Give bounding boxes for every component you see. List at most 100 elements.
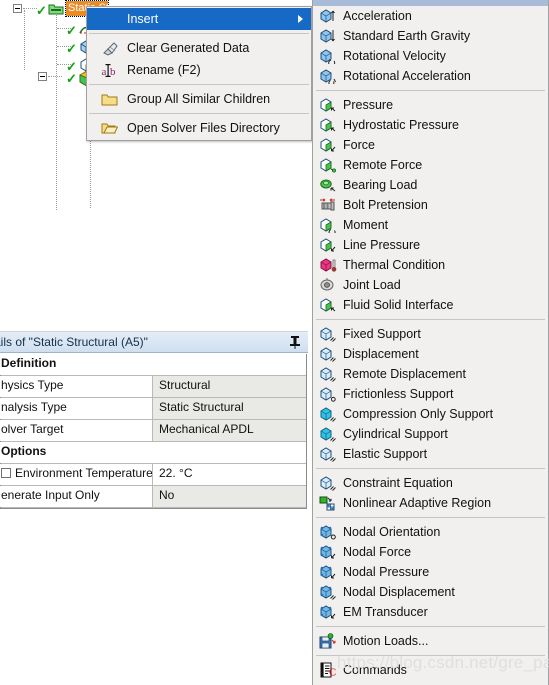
submenu-item-fixed-support[interactable]: Fixed Support (313, 324, 548, 344)
submenu-item-label: Rotational Acceleration (343, 69, 471, 83)
submenu-item-label: Pressure (343, 98, 394, 112)
submenu-item-displacement[interactable]: Displacement (313, 344, 548, 364)
menu-item-open-solver-files-directory[interactable]: Open Solver Files Directory (87, 117, 311, 139)
table-row[interactable]: Environment Temperature 22. °C (0, 464, 306, 486)
menu-item-label: Rename (F2) (127, 63, 201, 77)
force-icon (319, 137, 337, 153)
property-name: olver Target (0, 420, 153, 441)
hydrostatic-pressure-icon (319, 117, 337, 133)
details-section-definition: Definition (0, 354, 306, 376)
context-menu[interactable]: Insert Clear Generated Data a b Rename (… (86, 6, 312, 141)
submenu-separator (316, 655, 545, 656)
submenu-item-joint-load[interactable]: Joint Load (313, 275, 548, 295)
menu-item-label: Clear Generated Data (127, 41, 250, 55)
svg-text:b: b (110, 66, 116, 78)
submenu-item-remote-force[interactable]: Remote Force (313, 155, 548, 175)
menu-item-insert[interactable]: Insert (87, 8, 311, 30)
chevron-right-icon (298, 15, 303, 23)
menu-item-label: Group All Similar Children (127, 92, 271, 106)
submenu-item-commands[interactable]: C Commands (313, 660, 548, 680)
bolt-pretension-icon (319, 197, 337, 213)
bearing-load-icon (319, 177, 337, 193)
menu-item-label: Insert (127, 12, 159, 26)
submenu-item-nodal-pressure[interactable]: Nodal Pressure (313, 562, 548, 582)
details-section-options: Options (0, 442, 306, 464)
submenu-item-nodal-force[interactable]: Nodal Force (313, 542, 548, 562)
svg-text:C: C (329, 668, 336, 679)
pin-icon[interactable] (289, 335, 301, 349)
elastic-support-icon (319, 446, 337, 462)
acceleration-icon (319, 8, 337, 24)
submenu-item-rotational-acceleration[interactable]: Rotational Acceleration (313, 66, 548, 86)
property-name-environment-temperature: Environment Temperature (0, 464, 153, 485)
submenu-item-moment[interactable]: Moment (313, 215, 548, 235)
submenu-item-pressure[interactable]: Pressure (313, 95, 548, 115)
menu-item-clear-generated-data[interactable]: Clear Generated Data (87, 37, 311, 59)
submenu-item-line-pressure[interactable]: Line Pressure (313, 235, 548, 255)
expander-icon[interactable] (38, 72, 47, 81)
submenu-item-label: Nodal Displacement (343, 585, 455, 599)
submenu-item-standard-earth-gravity[interactable]: Standard Earth Gravity (313, 26, 548, 46)
property-value[interactable]: 22. °C (153, 464, 306, 485)
property-value[interactable]: Mechanical APDL (153, 420, 306, 441)
property-label: Environment Temperature (15, 466, 153, 480)
submenu-item-label: Compression Only Support (343, 407, 494, 421)
submenu-item-label: Remote Force (343, 158, 423, 172)
submenu-item-fluid-solid-interface[interactable]: Fluid Solid Interface (313, 295, 548, 315)
submenu-item-elastic-support[interactable]: Elastic Support (313, 444, 548, 464)
submenu-item-acceleration[interactable]: Acceleration (313, 6, 548, 26)
submenu-item-label: Hydrostatic Pressure (343, 118, 460, 132)
menu-separator (89, 33, 309, 34)
fixed-support-icon (319, 326, 337, 342)
table-row[interactable]: enerate Input Only No (0, 486, 306, 508)
submenu-separator (316, 468, 545, 469)
property-value[interactable]: No (153, 486, 306, 507)
submenu-item-motion-loads[interactable]: Motion Loads... (313, 631, 548, 651)
details-section-label: Options (0, 442, 300, 463)
table-row[interactable]: hysics Type Structural (0, 376, 306, 398)
submenu-item-nodal-orientation[interactable]: Nodal Orientation (313, 522, 548, 542)
property-value[interactable]: Structural (153, 376, 306, 397)
submenu-item-label: Displacement (343, 347, 419, 361)
property-name: hysics Type (0, 376, 153, 397)
submenu-item-nonlinear-adaptive-region[interactable]: Nonlinear Adaptive Region (313, 493, 548, 513)
submenu-item-hydrostatic-pressure[interactable]: Hydrostatic Pressure (313, 115, 548, 135)
details-property-table[interactable]: Definition hysics Type Structural nalysi… (0, 354, 307, 509)
submenu-item-compression-only-support[interactable]: Compression Only Support (313, 404, 548, 424)
submenu-item-remote-displacement[interactable]: Remote Displacement (313, 364, 548, 384)
submenu-separator (316, 319, 545, 320)
table-row[interactable]: nalysis Type Static Structural (0, 398, 306, 420)
submenu-item-force[interactable]: Force (313, 135, 548, 155)
submenu-item-label: Elastic Support (343, 447, 428, 461)
checkbox[interactable] (1, 468, 11, 478)
folder-yellow-icon (101, 91, 118, 108)
submenu-item-frictionless-support[interactable]: Frictionless Support (313, 384, 548, 404)
submenu-item-label: Moment (343, 218, 389, 232)
submenu-item-bolt-pretension[interactable]: Bolt Pretension (313, 195, 548, 215)
check-icon (66, 26, 76, 36)
tree-dots (48, 76, 62, 77)
submenu-item-label: Nodal Force (343, 545, 412, 559)
table-row[interactable]: olver Target Mechanical APDL (0, 420, 306, 442)
submenu-item-thermal-condition[interactable]: Thermal Condition (313, 255, 548, 275)
remote-displacement-icon (319, 366, 337, 382)
menu-item-group-all-similar-children[interactable]: Group All Similar Children (87, 88, 311, 110)
menu-item-rename[interactable]: a b Rename (F2) (87, 59, 311, 81)
submenu-item-label: Remote Displacement (343, 367, 466, 381)
property-value[interactable]: Static Structural (153, 398, 306, 419)
details-panel-title: ails of "Static Structural (A5)" (0, 335, 148, 349)
insert-submenu[interactable]: Acceleration Standard Earth Gravity Rota… (312, 0, 549, 685)
expander-icon[interactable] (13, 4, 22, 13)
submenu-item-em-transducer[interactable]: EM Transducer (313, 602, 548, 622)
details-panel-header: ails of "Static Structural (A5)" (0, 332, 308, 353)
submenu-item-label: Cylindrical Support (343, 427, 448, 441)
submenu-item-constraint-equation[interactable]: Constraint Equation (313, 473, 548, 493)
submenu-item-cylindrical-support[interactable]: Cylindrical Support (313, 424, 548, 444)
submenu-separator (316, 90, 545, 91)
submenu-item-bearing-load[interactable]: Bearing Load (313, 175, 548, 195)
remote-force-icon (319, 157, 337, 173)
submenu-item-nodal-displacement[interactable]: Nodal Displacement (313, 582, 548, 602)
displacement-icon (319, 346, 337, 362)
submenu-item-rotational-velocity[interactable]: Rotational Velocity (313, 46, 548, 66)
submenu-item-label: Thermal Condition (343, 258, 446, 272)
